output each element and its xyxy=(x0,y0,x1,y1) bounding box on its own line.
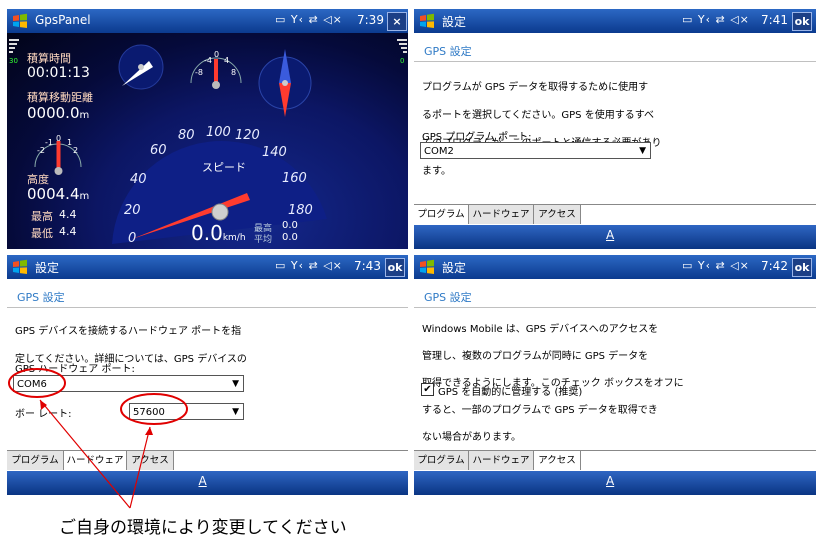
arrow-line xyxy=(39,399,131,509)
arrowhead xyxy=(40,400,47,410)
highlight-circle-com6 xyxy=(8,368,66,398)
highlight-circle-baud xyxy=(120,393,188,425)
annotation-caption: ご自身の環境により変更してください xyxy=(59,518,347,538)
arrow-line xyxy=(129,426,151,509)
arrowhead xyxy=(145,427,153,435)
annotation-overlay xyxy=(8,368,188,509)
